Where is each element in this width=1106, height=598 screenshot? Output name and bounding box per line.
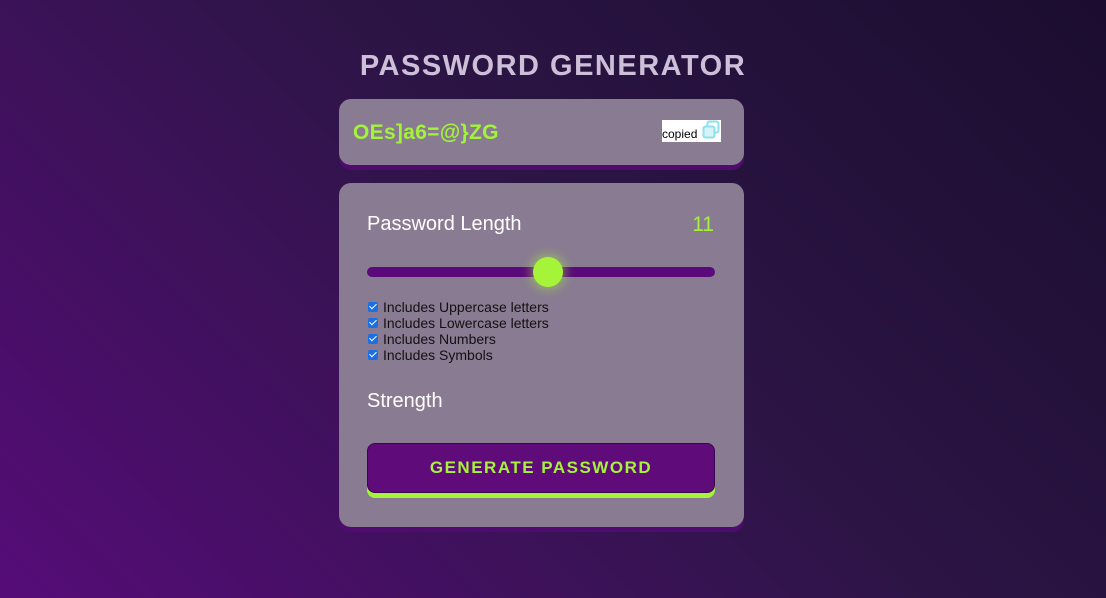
lowercase-checkbox[interactable] <box>368 318 378 328</box>
length-label: Password Length <box>367 213 522 235</box>
password-text: OEs]a6=@}ZG <box>353 121 499 144</box>
length-value: 11 <box>692 213 714 236</box>
uppercase-checkbox[interactable] <box>368 302 378 312</box>
numbers-label: Includes Numbers <box>383 331 496 347</box>
copied-tooltip: copied <box>662 127 698 141</box>
copy-button[interactable]: copied <box>662 120 721 142</box>
password-display: OEs]a6=@}ZG copied <box>339 99 744 165</box>
slider-thumb[interactable] <box>532 257 563 287</box>
numbers-checkbox[interactable] <box>368 334 378 344</box>
symbols-label: Includes Symbols <box>383 347 493 363</box>
length-slider[interactable] <box>367 257 715 287</box>
uppercase-label: Includes Uppercase letters <box>383 299 549 315</box>
option-symbols[interactable]: Includes Symbols <box>368 347 549 363</box>
settings-panel: Password Length 11 Includes Uppercase le… <box>339 183 744 527</box>
lowercase-label: Includes Lowercase letters <box>383 315 549 331</box>
option-lowercase[interactable]: Includes Lowercase letters <box>368 315 549 331</box>
copy-icon[interactable] <box>701 120 721 140</box>
options-list: Includes Uppercase letters Includes Lowe… <box>368 299 549 363</box>
option-numbers[interactable]: Includes Numbers <box>368 331 549 347</box>
symbols-checkbox[interactable] <box>368 350 378 360</box>
strength-label: Strength <box>367 390 443 412</box>
page-title: PASSWORD GENERATOR <box>359 50 747 82</box>
generate-password-button[interactable]: GENERATE PASSWORD <box>367 443 715 493</box>
option-uppercase[interactable]: Includes Uppercase letters <box>368 299 549 315</box>
